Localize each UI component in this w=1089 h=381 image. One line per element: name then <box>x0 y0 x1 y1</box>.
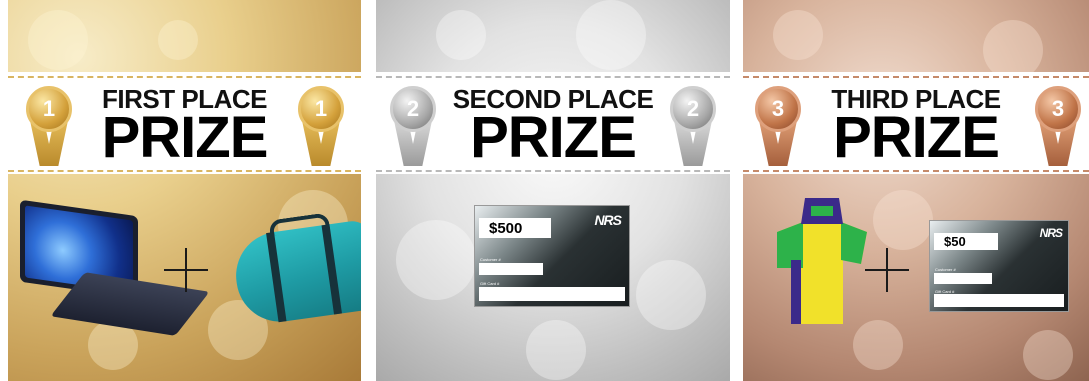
customer-number-label: Customer # <box>480 257 501 262</box>
bokeh-light <box>436 10 486 60</box>
bokeh-light <box>773 10 823 60</box>
brand-logo: NRS <box>1039 226 1063 240</box>
divider <box>743 170 1089 172</box>
prize-heading: PRIZE <box>101 105 269 170</box>
second-place-panel: 2 2 SECOND PLACE PRIZE NRS $500 Customer… <box>376 0 730 381</box>
bokeh-light <box>983 20 1043 80</box>
divider <box>743 76 1089 78</box>
divider <box>376 170 730 172</box>
gift-card-image: NRS $500 Customer # Gift Card # <box>474 205 630 307</box>
changing-poncho-image <box>777 198 867 324</box>
bokeh-light <box>636 260 706 330</box>
bokeh-light <box>396 220 476 300</box>
bokeh-light <box>873 190 933 250</box>
first-place-panel: 1 1 FIRST PLACE PRIZE <box>8 0 361 381</box>
plus-icon <box>865 248 909 292</box>
bokeh-light <box>1023 330 1073 380</box>
gift-card-number-field <box>479 287 625 301</box>
customer-number-field <box>934 273 992 284</box>
third-place-panel: 3 3 THIRD PLACE PRIZE NRS $50 Customer #… <box>743 0 1089 381</box>
divider <box>376 76 730 78</box>
gift-card-number-field <box>934 294 1064 307</box>
bokeh-light <box>526 320 586 380</box>
divider <box>8 170 361 172</box>
customer-number-field <box>479 263 543 275</box>
bokeh-light <box>576 0 646 70</box>
divider <box>8 76 361 78</box>
gift-card-number-label: Gift Card # <box>480 281 500 286</box>
gift-card-amount: $50 <box>934 233 998 250</box>
gift-card-amount: $500 <box>479 218 551 238</box>
prize-heading: PRIZE <box>470 105 637 170</box>
bag-strap <box>321 224 342 315</box>
bag-strap <box>266 232 287 323</box>
customer-number-label: Customer # <box>935 267 956 272</box>
plus-icon <box>164 248 208 292</box>
brand-logo: NRS <box>594 212 622 228</box>
bokeh-light <box>158 20 198 60</box>
prize-heading: PRIZE <box>833 105 1000 170</box>
bokeh-light <box>28 10 88 70</box>
gift-card-image: NRS $50 Customer # Gift Card # <box>929 220 1069 312</box>
